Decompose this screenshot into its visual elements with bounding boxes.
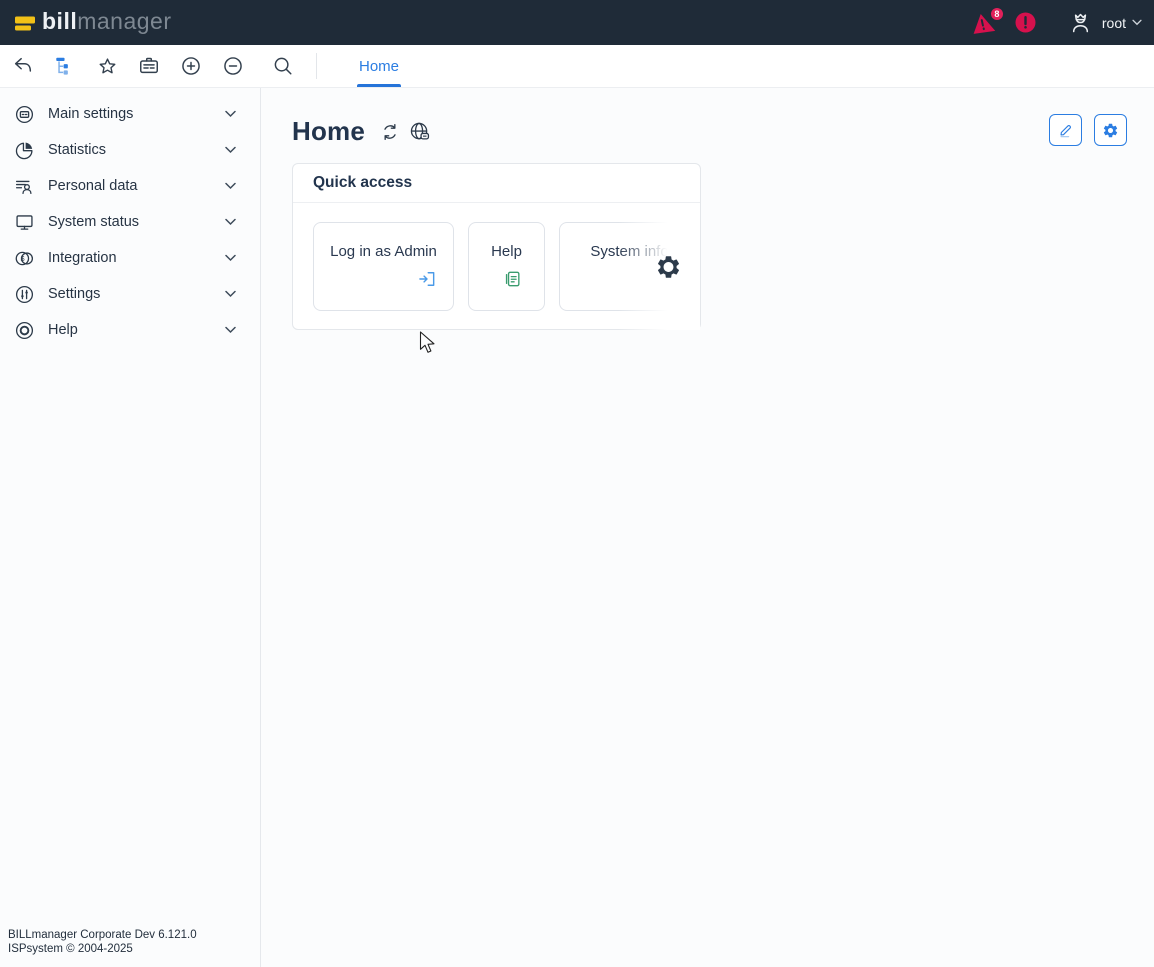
gear-icon — [655, 253, 682, 280]
version-line: BILLmanager Corporate Dev 6.121.0 — [8, 928, 197, 942]
alert-circle-icon — [1015, 12, 1036, 33]
zoom-in-icon — [180, 55, 202, 77]
user-menu[interactable]: root — [1068, 11, 1142, 35]
tasks-button[interactable] — [138, 55, 160, 77]
alerts-button[interactable] — [1015, 12, 1036, 33]
logo-bold: bill — [42, 8, 77, 34]
chevron-down-icon — [225, 218, 236, 226]
tree-view-icon — [54, 55, 76, 77]
chevron-down-icon — [225, 254, 236, 262]
ring-icon — [14, 320, 35, 341]
zoom-out-icon — [222, 55, 244, 77]
search-icon — [272, 55, 294, 77]
copyright-line: ISPsystem © 2004-2025 — [8, 942, 197, 956]
sidebar-item-help[interactable]: Help — [0, 312, 260, 348]
main-content: Home — [261, 88, 1154, 967]
sidebar-item-label: Statistics — [48, 142, 106, 158]
tab-bar: Home — [357, 45, 401, 87]
tasks-icon — [138, 55, 160, 77]
site-link-button[interactable] — [409, 121, 430, 142]
tile-label: Log in as Admin — [330, 243, 437, 260]
chevron-down-icon — [1132, 19, 1142, 26]
tile-content: Help — [491, 243, 522, 289]
quick-access-tiles: Log in as Admin Help — [293, 203, 700, 330]
chevron-down-icon — [225, 110, 236, 118]
tile-label: Help — [491, 243, 522, 260]
version-footer: BILLmanager Corporate Dev 6.121.0 ISPsys… — [8, 928, 197, 956]
tab-home[interactable]: Home — [357, 45, 401, 87]
sidebar-item-system-status[interactable]: System status — [0, 204, 260, 240]
tile-login-as-admin[interactable]: Log in as Admin — [313, 222, 454, 311]
search-button[interactable] — [272, 55, 294, 77]
user-crown-icon — [1068, 11, 1093, 35]
configure-quick-access-button[interactable] — [655, 253, 682, 280]
gear-icon — [1102, 122, 1119, 139]
sliders-icon — [14, 284, 35, 305]
quick-access-title: Quick access — [313, 174, 412, 192]
logo-light: manager — [77, 8, 171, 34]
chevron-down-icon — [225, 182, 236, 190]
sidebar-item-label: Settings — [48, 286, 100, 302]
warning-count-badge: 8 — [989, 6, 1005, 22]
edit-dashboard-button[interactable] — [1049, 114, 1082, 146]
favorites-button[interactable] — [96, 55, 118, 77]
toolbar-divider — [316, 53, 317, 79]
toolbar: Home — [0, 45, 1154, 88]
refresh-icon — [380, 122, 400, 142]
sidebar-item-main-settings[interactable]: Main settings — [0, 96, 260, 132]
back-icon — [12, 55, 34, 77]
quick-access-card: Quick access Log in as Admin Help — [292, 163, 701, 330]
app-header: billmanager 8 root — [0, 0, 1154, 45]
dashboard-settings-button[interactable] — [1094, 114, 1127, 146]
svg-text:$: $ — [21, 255, 25, 262]
chevron-down-icon — [225, 290, 236, 298]
chevron-down-icon — [225, 326, 236, 334]
pie-chart-icon — [14, 140, 35, 161]
sidebar-item-label: Personal data — [48, 178, 137, 194]
monitor-icon — [14, 212, 35, 233]
logo-text: billmanager — [42, 10, 172, 35]
pencil-icon — [1058, 122, 1074, 138]
chevron-down-icon — [225, 146, 236, 154]
page-title: Home — [292, 116, 365, 147]
logo-bars-icon — [14, 14, 36, 32]
sidebar-item-statistics[interactable]: Statistics — [0, 132, 260, 168]
sidebar: Main settings Statistics Personal data S… — [0, 88, 261, 967]
page-title-row: Home — [292, 116, 430, 147]
zoom-in-button[interactable] — [180, 55, 202, 77]
tile-content: Log in as Admin — [330, 243, 437, 289]
sidebar-item-label: Integration — [48, 250, 117, 266]
warnings-button[interactable]: 8 — [969, 11, 997, 35]
sidebar-item-settings[interactable]: Settings — [0, 276, 260, 312]
user-name: root — [1102, 15, 1126, 31]
sidebar-item-personal-data[interactable]: Personal data — [0, 168, 260, 204]
sidebar-item-label: Help — [48, 322, 78, 338]
tree-view-button[interactable] — [54, 55, 76, 77]
globe-icon — [409, 121, 430, 142]
back-button[interactable] — [12, 55, 34, 77]
zoom-out-button[interactable] — [222, 55, 244, 77]
toolbar-icons — [0, 45, 304, 87]
person-list-icon — [14, 176, 35, 197]
overlapping-coins-icon: $ — [14, 248, 35, 269]
sidebar-item-integration[interactable]: $ Integration — [0, 240, 260, 276]
refresh-button[interactable] — [380, 122, 400, 142]
header-right: 8 root — [969, 11, 1142, 35]
page-actions — [1049, 114, 1127, 146]
login-icon — [417, 269, 437, 289]
document-icon — [503, 269, 522, 289]
sidebar-item-label: System status — [48, 214, 139, 230]
favorites-star-icon — [97, 56, 118, 77]
billmanager-logo[interactable]: billmanager — [14, 10, 172, 35]
globe-settings-icon — [14, 104, 35, 125]
tile-help[interactable]: Help — [468, 222, 545, 311]
sidebar-item-label: Main settings — [48, 106, 133, 122]
quick-access-header: Quick access — [293, 164, 700, 203]
